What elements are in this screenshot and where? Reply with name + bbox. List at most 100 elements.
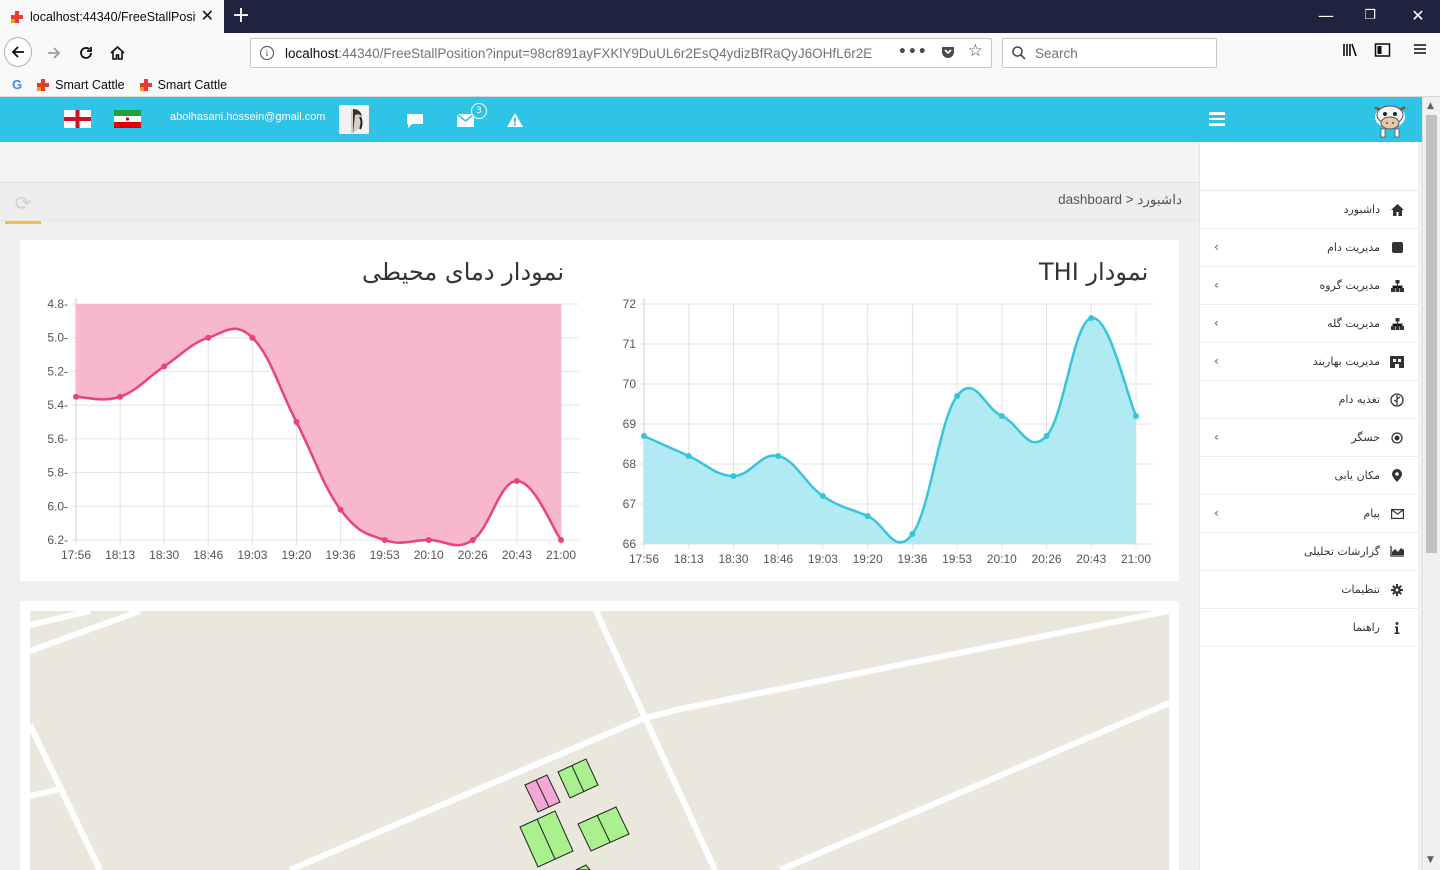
address-bar[interactable]: i localhost:44340/FreeStallPosition?inpu… — [250, 38, 992, 68]
close-window-icon[interactable]: ✕ — [1408, 6, 1428, 25]
chevron-left-icon: ‹ — [1214, 316, 1219, 330]
x-tick-label: 19:36 — [897, 552, 927, 566]
data-point — [513, 478, 520, 484]
sidebar-item[interactable]: ‹ مدیریت گله — [1200, 305, 1418, 343]
data-point — [730, 473, 737, 479]
browser-toolbar: i localhost:44340/FreeStallPosition?inpu… — [0, 33, 1440, 73]
y-tick-label: 66 — [623, 537, 637, 551]
leaf-icon — [1390, 392, 1404, 407]
refresh-icon[interactable]: ⟳ — [5, 185, 41, 224]
new-tab-button[interactable]: + — [230, 4, 252, 28]
series-area — [76, 304, 561, 546]
sidebar-item[interactable]: ‹ حسگر — [1200, 419, 1418, 457]
charts-panel: نمودار THI نمودار دمای محیطی 66 67 68 69 70 7… — [20, 240, 1179, 581]
site-info-icon[interactable]: i — [260, 46, 274, 60]
x-tick-label: 18:13 — [674, 552, 704, 566]
forward-button[interactable] — [40, 39, 68, 67]
map-pin-icon — [1390, 469, 1404, 483]
sidebar-item[interactable]: داشبورد — [1200, 191, 1418, 229]
sidebar-item[interactable]: ‹ مدیریت بهاربند — [1200, 343, 1418, 381]
back-button[interactable] — [4, 37, 32, 67]
sidebar-item-label: مکان یابی — [1334, 469, 1380, 482]
cross-favicon-icon — [11, 10, 23, 23]
user-email[interactable]: abolhasani.hossein@gmail.com — [170, 111, 325, 123]
scroll-down-icon[interactable]: ▼ — [1427, 855, 1434, 865]
sidebar-item[interactable]: ‹ مدیریت دام — [1200, 229, 1418, 267]
x-tick-label: 20:10 — [987, 552, 1017, 566]
warning-icon[interactable] — [506, 112, 524, 128]
avatar[interactable] — [339, 105, 369, 134]
scroll-thumb[interactable] — [1426, 115, 1437, 553]
x-tick-label: 18:30 — [149, 548, 179, 562]
chevron-left-icon: ‹ — [1214, 278, 1219, 292]
x-tick-label: 20:26 — [458, 548, 488, 562]
iran-flag-icon[interactable] — [114, 110, 141, 128]
back-arrow-icon — [4, 37, 32, 67]
data-point — [909, 531, 916, 537]
chevron-left-icon: ‹ — [1214, 240, 1219, 254]
y-tick-label: 70 — [623, 377, 637, 391]
sidebar-item[interactable]: ‹ پیام — [1200, 495, 1418, 533]
chevron-left-icon: ‹ — [1214, 354, 1219, 368]
english-flag-icon[interactable] — [64, 110, 91, 128]
sidebar-toggle-button[interactable] — [1209, 112, 1225, 129]
sidebar-item[interactable]: گزارشات تحلیلی — [1200, 533, 1418, 571]
menu-icon[interactable] — [1413, 42, 1427, 60]
google-icon[interactable]: G — [12, 77, 22, 92]
data-point — [819, 493, 826, 499]
sidebar-item[interactable]: ‹ مدیریت گروه — [1200, 267, 1418, 305]
url-text: localhost:44340/FreeStallPosition?input=… — [285, 46, 875, 61]
sidebar-item[interactable]: راهنما — [1200, 609, 1418, 647]
mail-icon[interactable] — [457, 114, 474, 127]
x-tick-label: 19:36 — [326, 548, 356, 562]
envelope-icon — [1390, 507, 1404, 521]
map[interactable] — [20, 601, 1179, 870]
sidebar-item-label: راهنما — [1352, 621, 1380, 634]
sidebar-menu: داشبورد ‹ مدیریت دام ‹ مدیریت گروه ‹ مدیریت گل… — [1200, 191, 1418, 647]
mail-count-badge: 3 — [471, 103, 487, 119]
sidebar-toggle-icon[interactable] — [1374, 42, 1391, 62]
library-icon[interactable] — [1342, 42, 1359, 62]
x-tick-label: 18:46 — [763, 552, 793, 566]
browser-tab[interactable]: localhost:44340/FreeStallPosition ✕ — [0, 0, 224, 33]
page-actions-icon[interactable]: ••• — [898, 44, 928, 64]
sidebar-item-label: پیام — [1363, 507, 1380, 520]
y-tick-label: 5.4- — [47, 398, 68, 412]
series-area — [644, 317, 1136, 544]
sidebar-item[interactable]: مکان یابی — [1200, 457, 1418, 495]
chat-icon[interactable] — [406, 113, 424, 129]
y-tick-label: 71 — [623, 337, 637, 351]
home-icon — [1390, 203, 1404, 217]
close-tab-icon[interactable]: ✕ — [201, 8, 214, 24]
cow-logo-icon[interactable] — [1370, 99, 1410, 139]
breadcrumb[interactable]: dashboard > داشبورد — [1058, 192, 1182, 208]
data-point — [425, 537, 432, 543]
bookmarks-bar: G Smart Cattle Smart Cattle — [0, 73, 1440, 97]
x-tick-label: 18:46 — [193, 548, 223, 562]
data-point — [73, 393, 79, 400]
restore-icon[interactable]: ❐ — [1360, 8, 1380, 23]
pocket-icon[interactable] — [940, 44, 956, 64]
bookmark-smart-cattle-2[interactable]: Smart Cattle — [139, 78, 227, 92]
sidebar-item[interactable]: تغذیه دام — [1200, 381, 1418, 419]
thi-chart: 66 67 68 69 70 71 72 17:56 18:13 18:30 18:46 19:03 1… — [623, 297, 1154, 566]
home-button[interactable] — [103, 39, 131, 67]
y-tick-label: 5.0- — [47, 331, 68, 345]
bookmark-smart-cattle-1[interactable]: Smart Cattle — [36, 78, 125, 92]
reload-button[interactable] — [72, 39, 100, 67]
bookmark-star-icon[interactable]: ☆ — [968, 41, 983, 64]
minimize-icon[interactable]: — — [1316, 6, 1336, 25]
search-bar[interactable]: Search — [1002, 38, 1217, 68]
x-tick-label: 19:03 — [237, 548, 267, 562]
y-tick-label: 6.2- — [47, 533, 68, 547]
data-point — [381, 537, 388, 543]
sitemap-icon — [1390, 279, 1404, 293]
scroll-up-icon[interactable]: ▲ — [1427, 101, 1434, 111]
sidebar-item[interactable]: تنظیمات — [1200, 571, 1418, 609]
data-point — [1133, 413, 1139, 419]
sidebar-item-label: گزارشات تحلیلی — [1303, 545, 1380, 558]
sidebar-item-label: مدیریت بهاربند — [1312, 355, 1380, 368]
data-point — [685, 453, 692, 459]
page-scrollbar[interactable]: ▲ ▼ — [1422, 97, 1440, 870]
x-tick-label: 17:56 — [629, 552, 659, 566]
